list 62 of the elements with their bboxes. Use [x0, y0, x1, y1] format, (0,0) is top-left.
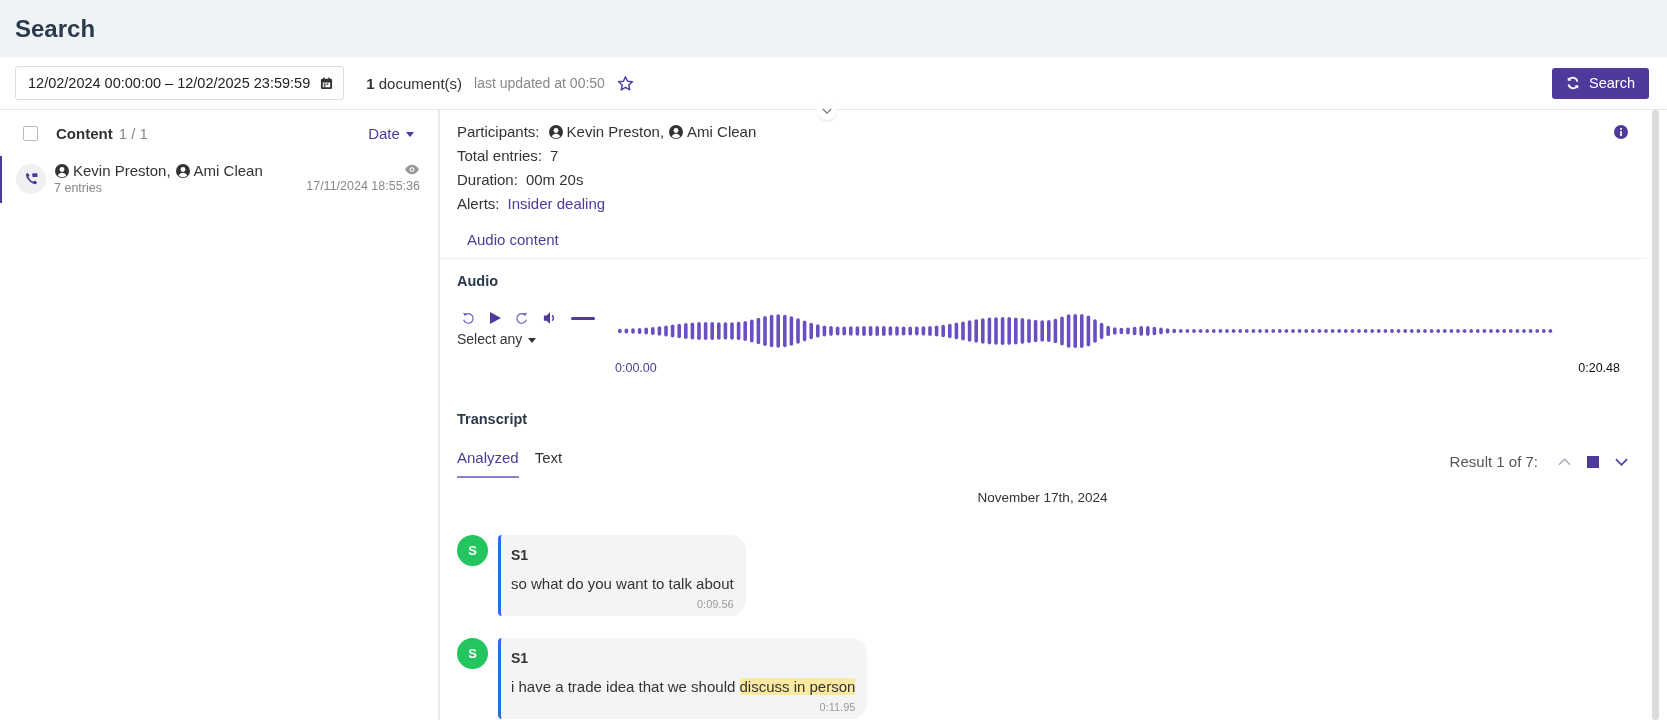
participant-name: Ami Clean: [193, 162, 263, 179]
refresh-icon: [1566, 76, 1581, 90]
play-icon[interactable]: [489, 312, 501, 324]
audio-title: Audio: [457, 273, 500, 289]
person-icon: [548, 124, 563, 139]
participant-name: Kevin Preston,: [73, 162, 171, 179]
speed-dropdown[interactable]: Select any: [457, 331, 537, 347]
speaker-name: S1: [511, 547, 530, 563]
last-updated-text: last updated at 00:50: [474, 75, 605, 91]
transcript-date: November 17th, 2024: [976, 490, 1109, 505]
eye-icon[interactable]: [404, 164, 420, 175]
calendar-icon: [320, 76, 334, 90]
search-button[interactable]: Search: [1552, 67, 1649, 99]
volume-icon[interactable]: [543, 311, 557, 325]
phone-icon: [16, 163, 46, 194]
conversation-date: 17/11/2024 18:55:36: [306, 179, 420, 193]
date-sort-dropdown[interactable]: Date: [368, 124, 414, 142]
field-label: Total entries:: [457, 147, 543, 164]
field-label: Participants:: [457, 123, 540, 140]
rewind-icon[interactable]: [461, 311, 475, 325]
caret-icon: [406, 132, 414, 138]
speaker-avatar: S: [457, 638, 488, 669]
speaker-avatar: S: [457, 535, 488, 566]
stop-icon[interactable]: [1587, 455, 1599, 468]
field-label: Alerts:: [457, 195, 500, 212]
message-text: so what do you want to talk about: [511, 575, 734, 592]
person-icon: [669, 124, 684, 139]
volume-slider[interactable]: [571, 316, 595, 320]
transcript-tab[interactable]: Analyzed: [457, 445, 519, 478]
audio-content-link[interactable]: Audio content: [467, 231, 1614, 248]
alert-link[interactable]: Insider dealing: [507, 195, 606, 212]
chevron-down-icon[interactable]: [1615, 457, 1628, 466]
message-time: 0:09.56: [696, 598, 734, 610]
document-count: 1 document(s): [366, 74, 463, 92]
conversation-item[interactable]: Kevin Preston, Ami Clean 7 entries 17/11/2024 18:55:36: [0, 156, 438, 203]
transcript-tab[interactable]: Text: [534, 445, 563, 478]
star-icon[interactable]: [616, 74, 634, 92]
transcript-title: Transcript: [457, 411, 529, 427]
caret-icon: [528, 337, 537, 343]
start-time: 0:00.00: [615, 361, 657, 375]
field-value: 7: [550, 147, 559, 164]
message-text: i have a trade idea that we should discuss in person: [511, 678, 856, 695]
info-icon[interactable]: [1614, 125, 1628, 139]
scrollbar[interactable]: [1652, 110, 1659, 720]
date-range-field[interactable]: 12/02/2024 00:00:00 – 12/02/2025 23:59:59: [15, 66, 345, 100]
result-counter: Result 1 of 7:: [1449, 453, 1538, 470]
content-title: Content: [56, 124, 113, 142]
participant-name: Kevin Preston,: [566, 123, 665, 140]
fast-forward-icon[interactable]: [515, 311, 529, 325]
participant-name: Ami Clean: [687, 123, 757, 140]
content-count: 1 / 1: [118, 124, 148, 142]
end-time: 0:20.48: [1578, 361, 1620, 375]
person-icon: [55, 163, 69, 178]
entries-count: 7 entries: [54, 181, 103, 195]
field-value: 00m 20s: [525, 171, 584, 188]
speaker-name: S1: [511, 650, 530, 666]
page-title: Search: [15, 14, 96, 43]
collapse-toggle-icon[interactable]: [817, 102, 837, 120]
select-all-checkbox[interactable]: [23, 125, 38, 141]
person-icon: [175, 163, 190, 178]
field-label: Duration:: [457, 171, 518, 188]
message-time: 0:11.95: [819, 701, 856, 713]
